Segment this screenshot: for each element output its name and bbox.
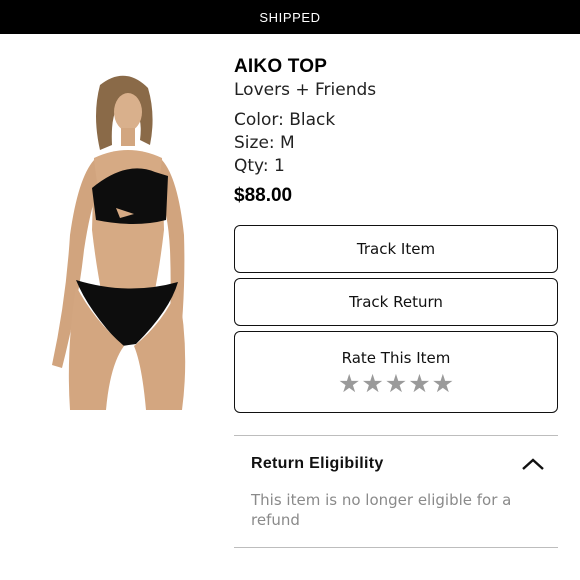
product-info: AIKO TOP Lovers + Friends Color: Black S…	[234, 56, 558, 209]
product-name[interactable]: AIKO TOP	[234, 56, 558, 80]
star-rating: ★ ★ ★ ★ ★	[338, 371, 454, 397]
chevron-up-icon[interactable]	[521, 457, 545, 471]
star-icon-1[interactable]: ★	[338, 371, 360, 397]
order-status-bar: SHIPPED	[0, 0, 580, 34]
product-brand[interactable]: Lovers + Friends	[234, 80, 558, 104]
product-image[interactable]	[30, 60, 210, 410]
product-price: $88.00	[234, 185, 293, 206]
track-return-button[interactable]: Track Return	[234, 278, 558, 326]
return-eligibility-text: This item is no longer eligible for a re…	[251, 491, 512, 529]
divider	[234, 547, 558, 548]
rate-item-box: Rate This Item ★ ★ ★ ★ ★	[234, 331, 558, 413]
product-size: Size: M	[234, 133, 295, 153]
track-return-label: Track Return	[349, 293, 443, 311]
rate-item-label: Rate This Item	[341, 349, 451, 367]
star-icon-3[interactable]: ★	[385, 371, 407, 397]
track-item-label: Track Item	[356, 240, 436, 258]
return-eligibility-title: Return Eligibility	[251, 455, 384, 472]
product-qty: Qty: 1	[234, 156, 285, 176]
order-status-label: SHIPPED	[259, 9, 321, 25]
product-attributes: Color: Black Size: M Qty: 1	[234, 110, 558, 179]
track-item-button[interactable]: Track Item	[234, 225, 558, 273]
star-icon-4[interactable]: ★	[408, 371, 430, 397]
star-icon-5[interactable]: ★	[432, 371, 454, 397]
return-eligibility-toggle[interactable]: Return Eligibility	[251, 452, 545, 476]
product-color: Color: Black	[234, 110, 336, 130]
divider	[234, 435, 558, 436]
star-icon-2[interactable]: ★	[361, 371, 383, 397]
